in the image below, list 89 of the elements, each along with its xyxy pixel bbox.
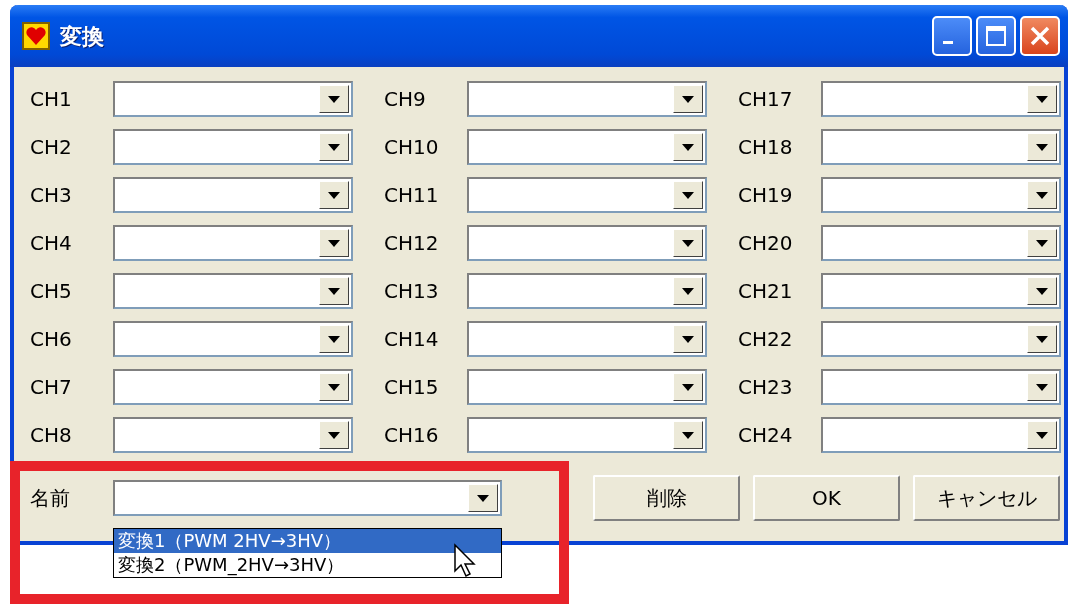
- dropdown-field[interactable]: [821, 321, 1061, 357]
- dropdown-arrow-icon: [1036, 143, 1048, 151]
- channel-label: CH1: [30, 86, 73, 113]
- list-option[interactable]: 変換2（PWM_2HV→3HV）: [114, 553, 501, 577]
- dropdown-field[interactable]: [821, 273, 1061, 309]
- dropdown-arrow-icon: [1036, 191, 1048, 199]
- window-title: 変換: [60, 22, 104, 51]
- dropdown-field[interactable]: [821, 81, 1061, 117]
- dropdown-arrow-icon: [328, 95, 340, 103]
- dropdown-arrow-icon: [682, 431, 694, 439]
- channel-label: CH4: [30, 230, 73, 257]
- dropdown-field[interactable]: [467, 177, 707, 213]
- channel-label: CH22: [738, 326, 794, 353]
- dropdown-arrow-icon: [682, 287, 694, 295]
- maximize-icon: [985, 25, 1007, 47]
- dropdown-field[interactable]: [113, 417, 353, 453]
- close-icon: [1029, 25, 1051, 47]
- dropdown-field[interactable]: [821, 129, 1061, 165]
- channel-label: CH21: [738, 278, 794, 305]
- dropdown-field[interactable]: [113, 480, 502, 516]
- dropdown-field[interactable]: [467, 369, 707, 405]
- dropdown-field[interactable]: [113, 321, 353, 357]
- channel-label: CH15: [384, 374, 440, 401]
- dropdown-arrow-icon: [477, 494, 489, 502]
- channel-label: CH18: [738, 134, 794, 161]
- dropdown-list[interactable]: 変換1（PWM 2HV→3HV） 変換2（PWM_2HV→3HV）: [113, 528, 502, 578]
- dropdown-field[interactable]: [113, 225, 353, 261]
- channel-label: CH8: [30, 422, 73, 449]
- dropdown-field[interactable]: [467, 81, 707, 117]
- channel-label: CH14: [384, 326, 440, 353]
- dropdown-arrow-icon: [328, 335, 340, 343]
- channel-label: CH24: [738, 422, 794, 449]
- channel-label: CH7: [30, 374, 73, 401]
- dropdown-field[interactable]: [113, 369, 353, 405]
- dropdown-field[interactable]: [467, 273, 707, 309]
- name-label: 名前: [30, 485, 71, 512]
- dropdown-arrow-icon: [682, 95, 694, 103]
- channel-label: CH13: [384, 278, 440, 305]
- channel-label: CH3: [30, 182, 73, 209]
- minimize-icon: [943, 40, 953, 44]
- dropdown-field[interactable]: [467, 417, 707, 453]
- dropdown-arrow-icon: [328, 431, 340, 439]
- dropdown-field[interactable]: [821, 417, 1061, 453]
- channel-label: CH6: [30, 326, 73, 353]
- dropdown-field[interactable]: [467, 129, 707, 165]
- channel-label: CH19: [738, 182, 794, 209]
- dropdown-arrow-icon: [1036, 287, 1048, 295]
- channel-label: CH17: [738, 86, 794, 113]
- dropdown-field[interactable]: [821, 369, 1061, 405]
- dropdown-arrow-icon: [682, 191, 694, 199]
- dropdown-arrow-icon: [1036, 383, 1048, 391]
- dropdown-arrow-icon: [682, 143, 694, 151]
- dropdown-field[interactable]: [821, 225, 1061, 261]
- dropdown-arrow-icon: [328, 383, 340, 391]
- dropdown-arrow-icon: [328, 191, 340, 199]
- channel-label: CH10: [384, 134, 440, 161]
- channel-label: CH23: [738, 374, 794, 401]
- dropdown-field[interactable]: [113, 81, 353, 117]
- dropdown-field[interactable]: [113, 129, 353, 165]
- dropdown-arrow-icon: [682, 335, 694, 343]
- dropdown-field[interactable]: [113, 273, 353, 309]
- dialog-button[interactable]: OK: [753, 475, 900, 521]
- mouse-cursor-icon: [453, 543, 479, 579]
- channel-label: CH5: [30, 278, 73, 305]
- list-option[interactable]: 変換1（PWM 2HV→3HV）: [114, 529, 501, 553]
- dropdown-arrow-icon: [1036, 431, 1048, 439]
- channel-label: CH2: [30, 134, 73, 161]
- minimize-button[interactable]: [932, 16, 972, 56]
- maximize-button[interactable]: [976, 16, 1016, 56]
- channel-label: CH11: [384, 182, 440, 209]
- dropdown-arrow-icon: [328, 239, 340, 247]
- dialog-button[interactable]: 削除: [593, 475, 740, 521]
- close-button[interactable]: [1020, 16, 1060, 56]
- dropdown-arrow-icon: [1036, 335, 1048, 343]
- dialog-button[interactable]: キャンセル: [913, 475, 1060, 521]
- dropdown-field[interactable]: [821, 177, 1061, 213]
- dropdown-arrow-icon: [682, 383, 694, 391]
- channel-label: CH16: [384, 422, 440, 449]
- channel-label: CH12: [384, 230, 440, 257]
- dropdown-arrow-icon: [1036, 95, 1048, 103]
- dropdown-field[interactable]: [113, 177, 353, 213]
- channel-label: CH9: [384, 86, 427, 113]
- dropdown-arrow-icon: [682, 239, 694, 247]
- dropdown-field[interactable]: [467, 321, 707, 357]
- channel-label: CH20: [738, 230, 794, 257]
- dropdown-arrow-icon: [1036, 239, 1048, 247]
- dropdown-arrow-icon: [328, 287, 340, 295]
- dropdown-arrow-icon: [328, 143, 340, 151]
- dropdown-field[interactable]: [467, 225, 707, 261]
